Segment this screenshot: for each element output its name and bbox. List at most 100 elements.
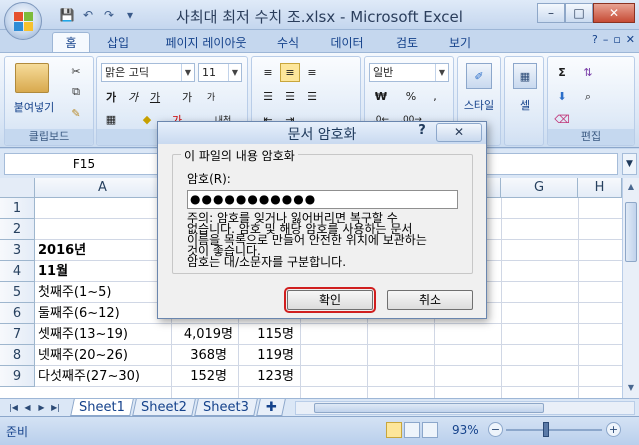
- dialog-close-button[interactable]: ✕: [436, 123, 482, 142]
- page-break-view-icon[interactable]: [422, 422, 438, 438]
- prev-sheet-icon[interactable]: ◀: [22, 401, 33, 414]
- expand-formula-bar-icon[interactable]: ▼: [622, 153, 637, 175]
- align-left-icon[interactable]: ☰: [258, 87, 278, 106]
- row-header-5[interactable]: 5: [0, 282, 35, 303]
- vertical-scroll-thumb[interactable]: [625, 202, 637, 262]
- zoom-out-button[interactable]: −: [488, 422, 503, 437]
- column-header-h[interactable]: H: [578, 178, 622, 198]
- first-sheet-icon[interactable]: |◀: [8, 401, 19, 414]
- zoom-level[interactable]: 93%: [452, 423, 479, 437]
- font-name-select[interactable]: 맑은 고딕 ▼: [101, 63, 195, 82]
- number-format-select[interactable]: 일반 ▼: [369, 63, 449, 82]
- fill-icon[interactable]: ⬇: [552, 87, 572, 106]
- cancel-button[interactable]: 취소: [387, 290, 473, 310]
- tab-home[interactable]: 홈: [52, 32, 90, 52]
- row-header-3[interactable]: 3: [0, 240, 35, 261]
- clear-icon[interactable]: ⌫: [552, 110, 572, 129]
- row-header-6[interactable]: 6: [0, 303, 35, 324]
- cells-button[interactable]: 셀: [505, 97, 545, 113]
- fill-color-icon[interactable]: ◆: [137, 110, 157, 129]
- align-bottom-icon[interactable]: ≡: [302, 63, 322, 82]
- cell-c8[interactable]: 119명: [238, 345, 294, 366]
- password-input[interactable]: ●●●●●●●●●●●: [187, 190, 458, 209]
- styles-icon[interactable]: ✐: [466, 63, 492, 89]
- scroll-down-icon[interactable]: ▼: [624, 381, 638, 395]
- comma-button[interactable]: ,: [425, 87, 445, 106]
- cell-c9[interactable]: 123명: [238, 366, 294, 387]
- cell-a5[interactable]: 첫째주(1~5): [38, 282, 111, 303]
- align-top-icon[interactable]: ≡: [258, 63, 278, 82]
- last-sheet-icon[interactable]: ▶|: [50, 401, 61, 414]
- row-header-8[interactable]: 8: [0, 345, 35, 366]
- cell-b7[interactable]: 4,019명: [171, 324, 233, 345]
- cell-a8[interactable]: 넷째주(20~26): [38, 345, 128, 366]
- column-header-a[interactable]: A: [35, 178, 171, 198]
- office-button[interactable]: [4, 2, 42, 40]
- dialog-help-icon[interactable]: ?: [415, 123, 429, 141]
- cell-a4[interactable]: 11월: [38, 261, 68, 282]
- normal-view-icon[interactable]: [386, 422, 402, 438]
- row-header-1[interactable]: 1: [0, 198, 35, 219]
- font-size-select[interactable]: 11 ▼: [198, 63, 242, 82]
- zoom-slider-thumb[interactable]: [543, 422, 549, 437]
- cell-a9[interactable]: 다섯째주(27~30): [38, 366, 140, 387]
- paste-icon[interactable]: [15, 63, 49, 93]
- zoom-in-button[interactable]: +: [606, 422, 621, 437]
- sheet-tab-sheet3[interactable]: Sheet3: [194, 399, 258, 416]
- tab-data[interactable]: 데이터: [322, 32, 372, 52]
- ok-button[interactable]: 확인: [284, 287, 376, 313]
- vertical-scrollbar[interactable]: ▲ ▼: [622, 178, 639, 398]
- name-box[interactable]: F15: [4, 153, 164, 175]
- next-sheet-icon[interactable]: ▶: [36, 401, 47, 414]
- border-icon[interactable]: ▦: [101, 110, 121, 129]
- cell-b8[interactable]: 368명: [171, 345, 227, 366]
- paste-button[interactable]: 붙여넣기: [9, 99, 59, 115]
- cell-b9[interactable]: 152명: [171, 366, 227, 387]
- shrink-font-button[interactable]: 가: [201, 87, 221, 106]
- cells-icon[interactable]: ▦: [513, 63, 537, 89]
- page-layout-view-icon[interactable]: [404, 422, 420, 438]
- align-middle-icon[interactable]: ≡: [280, 63, 300, 82]
- row-header-7[interactable]: 7: [0, 324, 35, 345]
- sheet-tab-sheet2[interactable]: Sheet2: [132, 399, 196, 416]
- format-painter-icon[interactable]: ✎: [67, 105, 85, 121]
- column-header-g[interactable]: G: [501, 178, 578, 198]
- find-select-icon[interactable]: ⌕: [578, 87, 598, 106]
- cell-a6[interactable]: 둘째주(6~12): [38, 303, 120, 324]
- cell-a7[interactable]: 셋째주(13~19): [38, 324, 128, 345]
- horizontal-scrollbar[interactable]: [295, 401, 635, 415]
- currency-button[interactable]: ₩: [371, 87, 391, 106]
- tab-view[interactable]: 보기: [440, 32, 480, 52]
- scroll-up-icon[interactable]: ▲: [624, 180, 638, 194]
- grow-font-button[interactable]: 가: [177, 87, 197, 106]
- align-center-icon[interactable]: ☰: [280, 87, 300, 106]
- maximize-button[interactable]: □: [565, 3, 593, 23]
- row-header-4[interactable]: 4: [0, 261, 35, 282]
- tab-insert[interactable]: 삽입: [98, 32, 138, 52]
- cell-a3[interactable]: 2016년: [38, 240, 86, 261]
- tab-formulas[interactable]: 수식: [268, 32, 308, 52]
- cut-icon[interactable]: ✂: [67, 63, 85, 79]
- ribbon-restore-icon[interactable]: ▫: [613, 33, 620, 46]
- zoom-slider-track[interactable]: [506, 429, 602, 431]
- sheet-tab-sheet1[interactable]: Sheet1: [70, 399, 134, 416]
- dialog-title-bar[interactable]: 문서 암호화 ? ✕: [158, 122, 486, 144]
- italic-button[interactable]: 가: [123, 87, 143, 106]
- autosum-button[interactable]: Σ: [552, 63, 572, 82]
- ribbon-close-icon[interactable]: ✕: [626, 33, 635, 46]
- styles-button[interactable]: 스타일: [458, 97, 500, 113]
- ribbon-minimize-icon[interactable]: –: [603, 33, 609, 46]
- minimize-button[interactable]: –: [537, 3, 565, 23]
- select-all-corner[interactable]: [0, 178, 35, 198]
- copy-icon[interactable]: ⧉: [67, 84, 85, 100]
- sort-filter-icon[interactable]: ⇅: [578, 63, 598, 82]
- percent-button[interactable]: %: [401, 87, 421, 106]
- align-right-icon[interactable]: ☰: [302, 87, 322, 106]
- insert-sheet-button[interactable]: ✚: [256, 399, 286, 416]
- horizontal-scroll-thumb[interactable]: [314, 403, 544, 413]
- help-icon[interactable]: ?: [592, 33, 598, 46]
- close-button[interactable]: ✕: [593, 3, 635, 23]
- tab-review[interactable]: 검토: [386, 32, 428, 52]
- underline-button[interactable]: 가: [145, 87, 165, 106]
- row-header-9[interactable]: 9: [0, 366, 35, 387]
